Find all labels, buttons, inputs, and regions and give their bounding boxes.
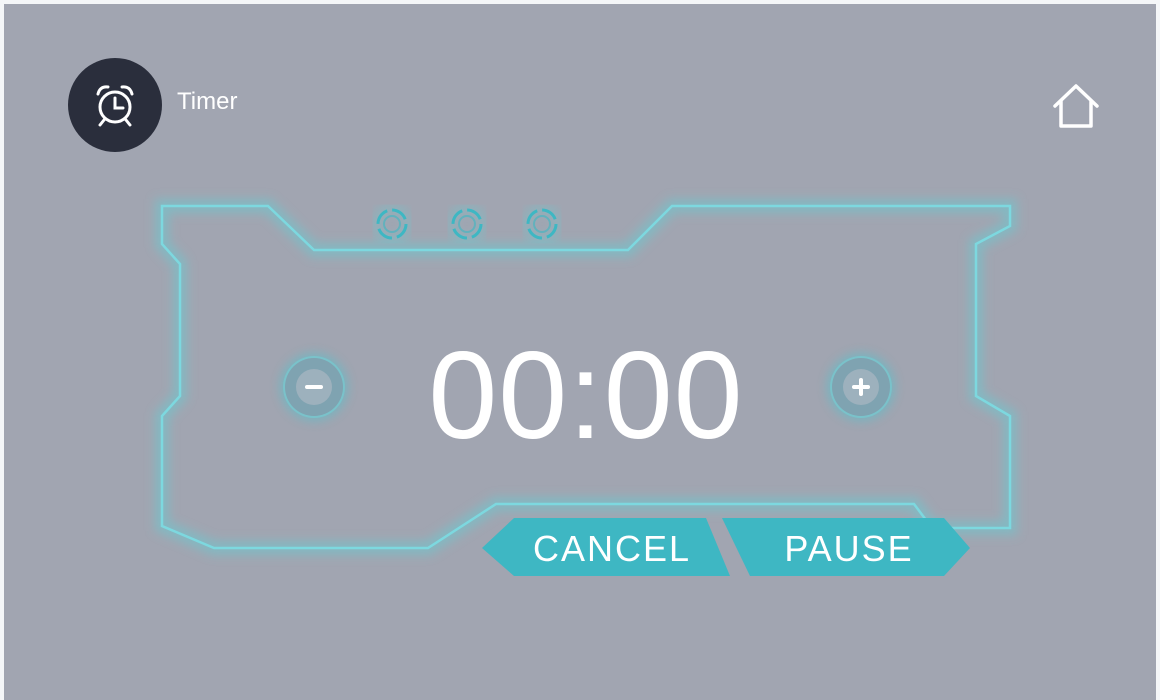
timer-screen: Timer 00:00 CANCEL PAUSE <box>4 4 1156 700</box>
increment-button[interactable] <box>830 356 892 418</box>
pause-button[interactable]: PAUSE <box>744 522 954 576</box>
alarm-clock-icon <box>96 85 134 127</box>
app-badge <box>68 58 162 152</box>
home-icon <box>1053 84 1099 128</box>
cancel-button[interactable]: CANCEL <box>502 522 722 576</box>
plus-icon <box>843 369 879 405</box>
minus-icon <box>296 369 332 405</box>
timer-display: 00:00 <box>428 327 744 465</box>
app-title: Timer <box>177 88 238 115</box>
ring-indicator <box>447 204 487 244</box>
ring-indicator <box>372 204 412 244</box>
ring-indicator <box>522 204 562 244</box>
home-button[interactable] <box>1049 80 1103 134</box>
decrement-button[interactable] <box>283 356 345 418</box>
